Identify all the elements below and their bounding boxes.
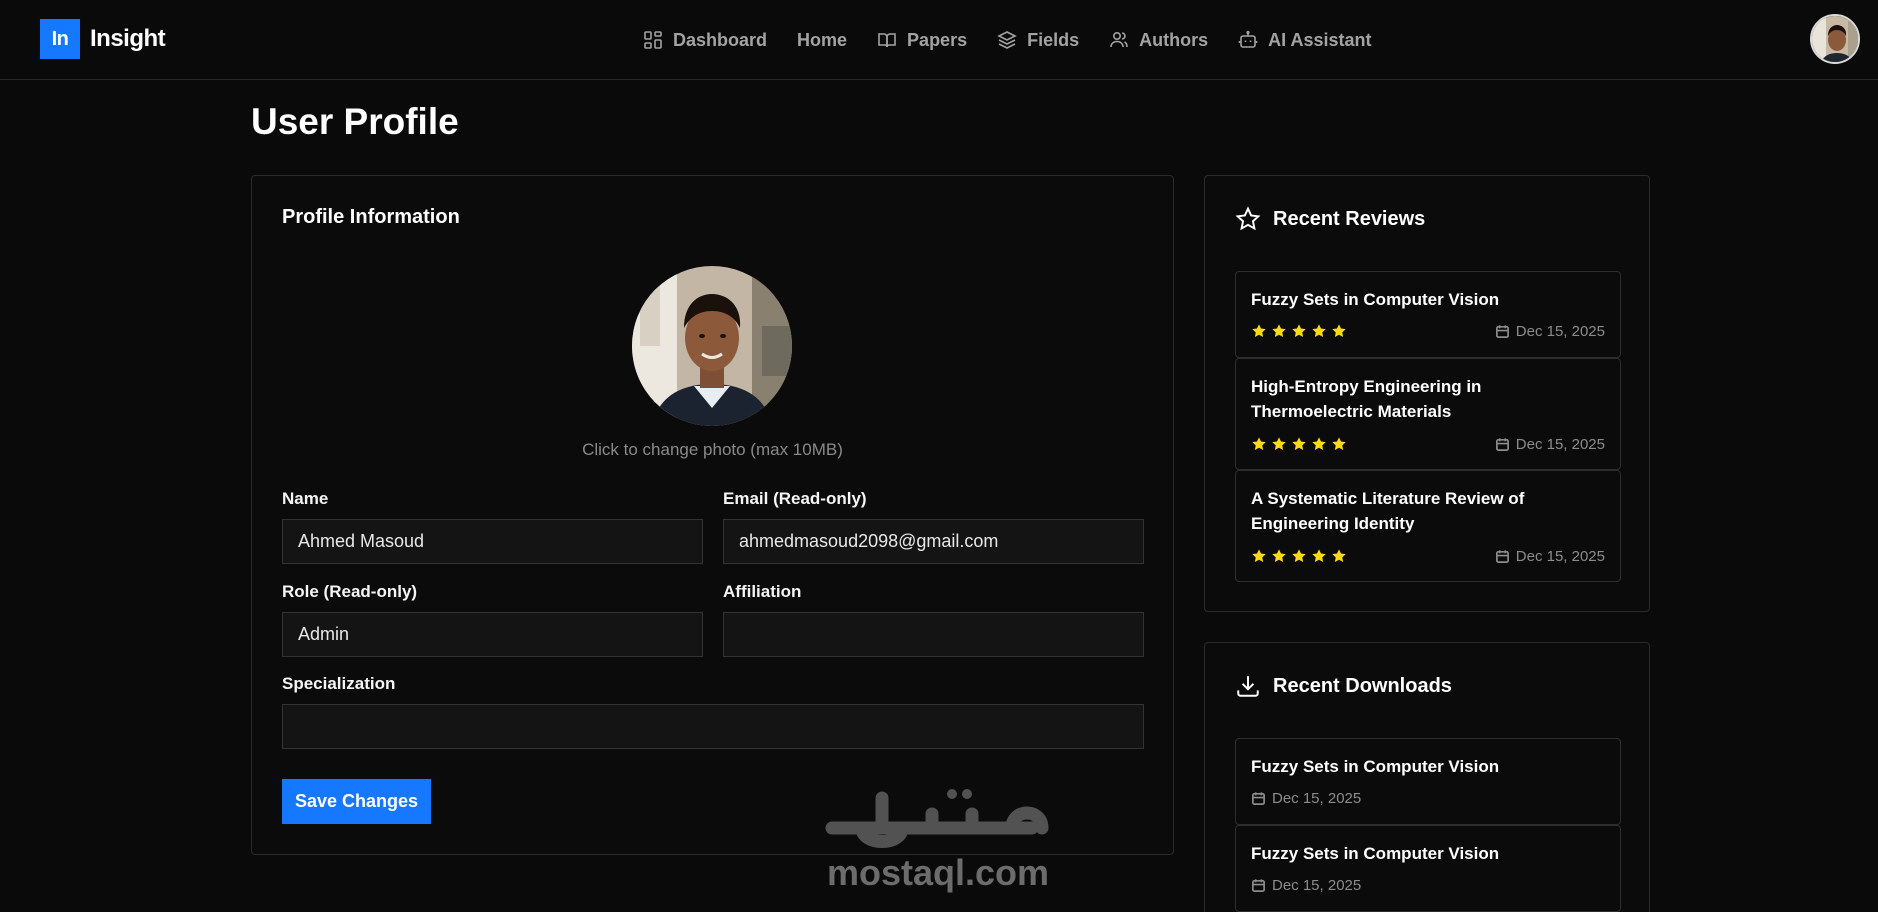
- star-icon: [1332, 549, 1346, 562]
- star-icon: [1332, 324, 1346, 337]
- specialization-field[interactable]: [282, 704, 1144, 749]
- profile-photo: [632, 266, 792, 426]
- calendar-icon: [1495, 438, 1509, 451]
- downloads-header: Recent Downloads: [1235, 673, 1452, 699]
- star-icon: [1312, 549, 1326, 562]
- nav-label: Fields: [1027, 29, 1080, 50]
- star-icon: [1292, 324, 1306, 337]
- nav-label: Authors: [1139, 29, 1209, 50]
- watermark-logo: [825, 789, 1049, 848]
- review-item[interactable]: A Systematic Literature Review of Engine…: [1235, 470, 1621, 582]
- nav-label: Dashboard: [673, 29, 768, 50]
- star-icon: [1272, 437, 1286, 450]
- date-text: Dec 15, 2025: [1515, 323, 1605, 340]
- star-icon: [1272, 549, 1286, 562]
- photo-hint: Click to change photo (max 10MB): [582, 440, 843, 459]
- download-item[interactable]: Fuzzy Sets in Computer Vision Dec 15, 20…: [1235, 738, 1621, 825]
- download-item[interactable]: Fuzzy Sets in Computer Vision Dec 15, 20…: [1235, 825, 1621, 912]
- nav-label: Papers: [907, 29, 968, 50]
- email-field[interactable]: [723, 519, 1144, 564]
- users-icon: [1110, 31, 1128, 48]
- review-title: High-Entropy Engineering in Thermoelectr…: [1251, 377, 1482, 421]
- date-text: Dec 15, 2025: [1515, 436, 1605, 453]
- calendar-icon: [1495, 550, 1509, 563]
- nav-label: AI Assistant: [1268, 29, 1372, 50]
- calendar-icon: [1495, 325, 1509, 338]
- download-title: Fuzzy Sets in Computer Vision: [1251, 844, 1500, 863]
- role-field[interactable]: [282, 612, 703, 657]
- nav-item-papers[interactable]: Papers: [877, 25, 967, 55]
- save-changes-button[interactable]: Save Changes: [282, 779, 431, 824]
- nav-item-dashboard[interactable]: Dashboard: [643, 25, 767, 55]
- dashboard-grid-icon: [644, 31, 662, 49]
- star-icon: [1332, 437, 1346, 450]
- brand-name: Insight: [90, 25, 166, 52]
- download-date: Dec 15, 2025: [1251, 790, 1361, 807]
- brand-logo[interactable]: In Insight: [40, 19, 166, 59]
- email-label: Email (Read-only): [723, 489, 867, 508]
- affiliation-label: Affiliation: [723, 582, 802, 601]
- recent-reviews-card: Recent Reviews Fuzzy Sets in Computer Vi…: [1204, 175, 1650, 612]
- robot-icon: [1238, 30, 1258, 48]
- review-item[interactable]: High-Entropy Engineering in Thermoelectr…: [1235, 358, 1621, 470]
- star-icon: [1312, 324, 1326, 337]
- main-nav: Dashboard Home Papers Fields Authors AI …: [643, 25, 1371, 55]
- date-text: Dec 15, 2025: [1272, 790, 1362, 807]
- recent-downloads-card: Recent Downloads Fuzzy Sets in Computer …: [1204, 642, 1650, 912]
- date-text: Dec 15, 2025: [1515, 548, 1605, 565]
- reviews-heading: Recent Reviews: [1273, 207, 1426, 230]
- layers-icon: [997, 31, 1017, 49]
- role-label: Role (Read-only): [282, 582, 418, 601]
- star-icon: [1252, 324, 1266, 337]
- book-open-icon: [878, 33, 896, 48]
- star-outline-icon: [1235, 206, 1261, 231]
- download-date: Dec 15, 2025: [1251, 877, 1361, 894]
- star-icon: [1292, 437, 1306, 450]
- date-text: Dec 15, 2025: [1272, 877, 1362, 894]
- nav-item-ai-assistant[interactable]: AI Assistant: [1238, 25, 1371, 55]
- nav-item-authors[interactable]: Authors: [1109, 25, 1208, 55]
- avatar-photo: [1812, 16, 1858, 62]
- download-title: Fuzzy Sets in Computer Vision: [1251, 757, 1500, 776]
- star-icon: [1252, 549, 1266, 562]
- profile-heading: Profile Information: [282, 206, 460, 228]
- star-icon: [1292, 549, 1306, 562]
- review-title: A Systematic Literature Review of Engine…: [1251, 489, 1525, 533]
- review-date: Dec 15, 2025: [1495, 548, 1605, 565]
- nav-item-fields[interactable]: Fields: [997, 25, 1079, 55]
- calendar-icon: [1252, 879, 1265, 892]
- user-avatar[interactable]: [1810, 14, 1860, 64]
- downloads-heading: Recent Downloads: [1273, 674, 1452, 697]
- logo-mark: In: [40, 19, 80, 59]
- nav-label: Home: [797, 29, 848, 50]
- review-title: Fuzzy Sets in Computer Vision: [1251, 290, 1500, 309]
- download-icon: [1237, 676, 1259, 697]
- name-label: Name: [282, 489, 329, 508]
- star-icon: [1272, 324, 1286, 337]
- review-item[interactable]: Fuzzy Sets in Computer Vision Dec 15, 20…: [1235, 271, 1621, 358]
- star-icon: [1312, 437, 1326, 450]
- watermark-text: mostaql.com: [826, 852, 1050, 893]
- nav-item-home[interactable]: Home: [797, 25, 847, 55]
- profile-photo-upload[interactable]: [632, 266, 792, 426]
- name-field[interactable]: [282, 519, 703, 564]
- review-date: Dec 15, 2025: [1495, 323, 1605, 340]
- rating-stars: [1251, 323, 1351, 339]
- specialization-label: Specialization: [282, 674, 396, 693]
- top-navbar: In Insight Dashboard Home Papers Fields …: [0, 0, 1878, 80]
- affiliation-field[interactable]: [723, 612, 1144, 657]
- reviews-header: Recent Reviews: [1235, 206, 1425, 232]
- review-date: Dec 15, 2025: [1495, 436, 1605, 453]
- page-title: User Profile: [251, 101, 459, 142]
- rating-stars: [1251, 548, 1351, 564]
- rating-stars: [1251, 436, 1351, 452]
- star-icon: [1252, 437, 1266, 450]
- profile-card: Profile Information Click to change phot…: [251, 175, 1174, 855]
- calendar-icon: [1252, 792, 1265, 805]
